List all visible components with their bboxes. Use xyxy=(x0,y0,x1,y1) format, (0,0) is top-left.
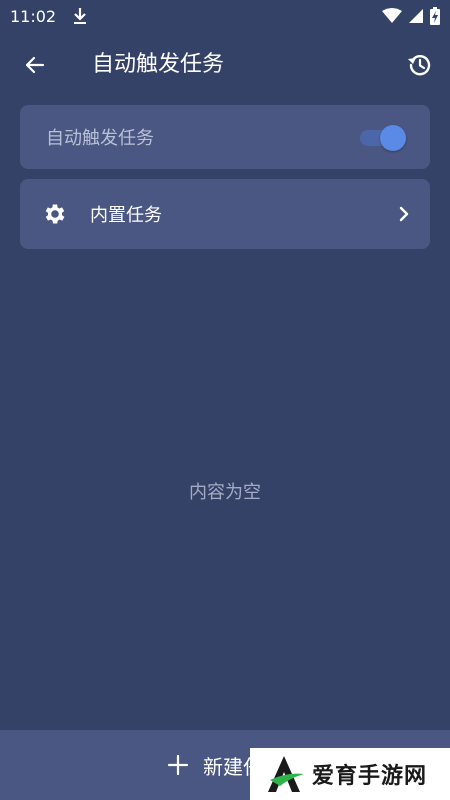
gear-icon xyxy=(45,204,65,224)
battery-charging-icon xyxy=(430,7,440,25)
auto-trigger-switch[interactable] xyxy=(360,123,406,151)
download-icon xyxy=(74,8,87,24)
plus-icon xyxy=(167,754,189,776)
builtin-tasks-label: 内置任务 xyxy=(90,205,162,226)
empty-state-text: 内容为空 xyxy=(189,482,261,503)
auto-trigger-label: 自动触发任务 xyxy=(46,128,154,149)
page-title: 自动触发任务 xyxy=(92,52,225,77)
auto-trigger-toggle-card: 自动触发任务 xyxy=(20,105,430,169)
back-button[interactable] xyxy=(20,50,50,80)
watermark-logo-icon xyxy=(268,756,304,792)
builtin-tasks-item[interactable]: 内置任务 xyxy=(20,179,430,249)
app-bar: 自动触发任务 xyxy=(0,32,450,98)
wifi-icon xyxy=(382,8,402,23)
watermark-text: 爱育手游网 xyxy=(312,764,428,789)
status-time: 11:02 xyxy=(10,6,57,26)
watermark: 爱育手游网 xyxy=(250,748,450,800)
chevron-right-icon xyxy=(399,206,409,222)
arrow-left-icon xyxy=(25,56,45,74)
status-bar: 11:02 xyxy=(0,0,450,32)
switch-thumb xyxy=(380,125,406,151)
signal-icon xyxy=(409,9,423,23)
history-icon xyxy=(408,55,431,76)
history-button[interactable] xyxy=(404,49,436,81)
